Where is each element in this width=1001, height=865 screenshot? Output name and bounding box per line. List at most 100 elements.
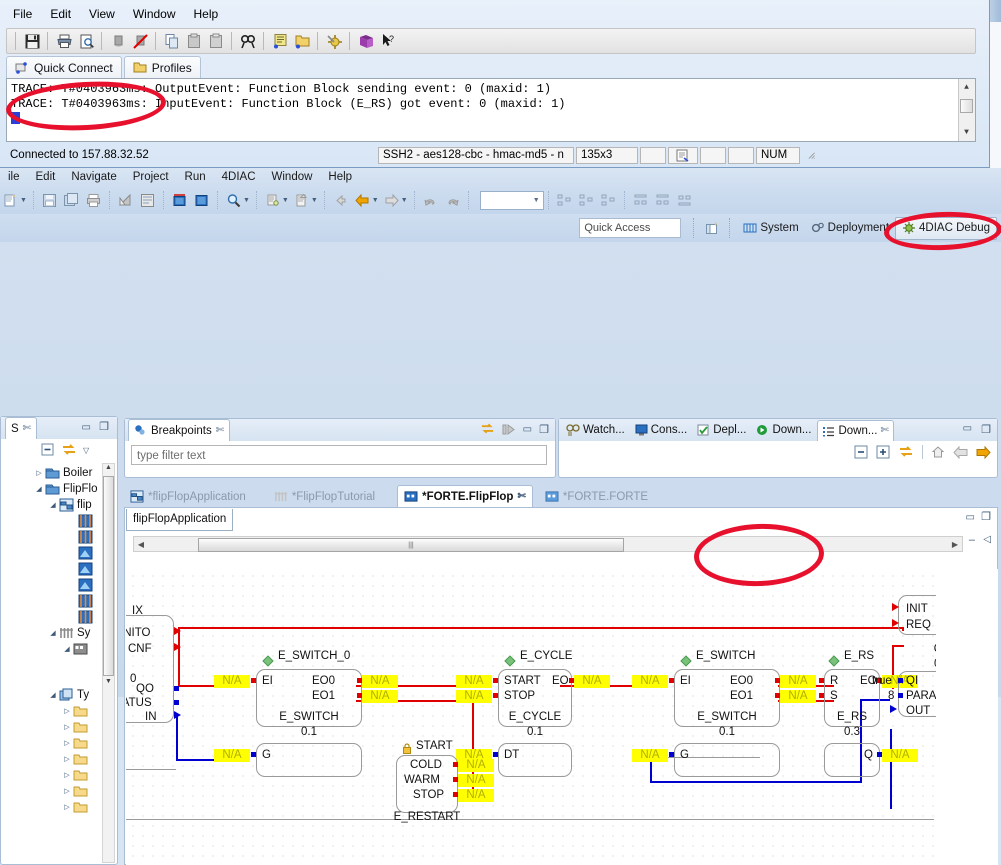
link-icon[interactable] — [898, 445, 914, 459]
redo-icon[interactable] — [443, 190, 463, 210]
chevron-right-icon[interactable]: ▷ — [61, 723, 73, 731]
resume-icon[interactable] — [502, 423, 516, 436]
link-icon[interactable] — [480, 422, 495, 436]
scroll-up-icon[interactable]: ▲ — [960, 80, 973, 93]
tab-quick-connect[interactable]: Quick Connect — [6, 56, 122, 78]
print-preview-icon[interactable] — [75, 30, 97, 52]
console-vscrollbar[interactable]: ▲ ▼ — [958, 79, 975, 141]
terminal-menu-window[interactable]: Window — [124, 5, 185, 23]
chevron-down-icon[interactable]: ◢ — [61, 645, 73, 653]
scroll-left-icon[interactable]: ◀ — [134, 540, 148, 549]
minimize-icon[interactable]: ▭ — [523, 424, 532, 435]
print-icon[interactable] — [53, 30, 75, 52]
tree-item-folder-6[interactable]: ▷ — [3, 783, 103, 799]
next-dropdown-icon[interactable]: ▼ — [401, 197, 408, 204]
tree-item-folder-4[interactable]: ▷ — [3, 751, 103, 767]
tree-item-fb7[interactable] — [3, 609, 103, 625]
maximize-icon[interactable]: ❐ — [539, 423, 549, 436]
new-wizard-dropdown-icon[interactable]: ▼ — [20, 197, 27, 204]
paste-icon[interactable] — [183, 30, 205, 52]
chevron-right-icon[interactable]: ▷ — [61, 787, 73, 795]
session-options-icon[interactable] — [291, 30, 313, 52]
align-center-icon[interactable] — [577, 190, 597, 210]
scroll-thumb[interactable] — [103, 476, 114, 676]
prev-dropdown-icon[interactable]: ▼ — [372, 197, 379, 204]
tree-item-folder-1[interactable]: ▷ — [3, 703, 103, 719]
manual-icon[interactable] — [355, 30, 377, 52]
perspective-deployment[interactable]: Deployment — [805, 218, 895, 239]
align-top-icon[interactable] — [631, 190, 651, 210]
debug-icon[interactable] — [263, 190, 283, 210]
tree-item-fb2[interactable] — [3, 529, 103, 545]
application-subtab[interactable]: flipFlopApplication — [126, 509, 234, 531]
chevron-right-icon[interactable]: ▷ — [61, 707, 73, 715]
eclipse-menu-window[interactable]: Window — [264, 169, 321, 185]
chevron-right-icon[interactable]: ▷ — [61, 739, 73, 747]
back-icon[interactable] — [331, 190, 351, 210]
eclipse-menu-4diac[interactable]: 4DIAC — [214, 169, 264, 185]
chevron-right-icon[interactable]: ▷ — [61, 755, 73, 763]
terminal-menu-help[interactable]: Help — [185, 5, 228, 23]
editor-tab-flipfloptutorial[interactable]: *FlipFlopTutorial — [268, 486, 381, 507]
close-icon[interactable]: ✄ — [880, 425, 888, 436]
align-middle-icon[interactable] — [653, 190, 673, 210]
close-icon[interactable]: ✄ — [517, 491, 525, 502]
eclipse-menu-run[interactable]: Run — [177, 169, 214, 185]
scroll-right-icon[interactable]: ▶ — [948, 540, 962, 549]
import-icon[interactable] — [138, 190, 158, 210]
maximize-icon[interactable]: ❐ — [981, 423, 991, 436]
resize-grip[interactable] — [802, 147, 820, 164]
print-icon[interactable] — [84, 190, 104, 210]
terminal-menu-view[interactable]: View — [80, 5, 124, 23]
tree-vscrollbar[interactable]: ▲ ▼ — [102, 463, 115, 863]
tab-breakpoints[interactable]: Breakpoints ✄ — [128, 419, 231, 441]
filter-input[interactable]: type filter text — [131, 445, 547, 465]
scroll-thumb[interactable] — [960, 99, 973, 113]
tree-item-flipapp[interactable]: ◢ flip — [3, 497, 103, 513]
disconnect-icon[interactable] — [107, 30, 129, 52]
back-icon[interactable] — [953, 445, 968, 459]
tab-watch[interactable]: Watch... — [562, 420, 629, 440]
quick-access-input[interactable]: Quick Access — [579, 218, 682, 238]
tab-download-list[interactable]: Down... ✄ — [817, 419, 894, 441]
tree-item-folder-3[interactable]: ▷ — [3, 735, 103, 751]
properties-icon[interactable] — [269, 30, 291, 52]
forward-icon[interactable] — [976, 445, 991, 459]
editor-tab-flipflopapplication[interactable]: *flipFlopApplication — [124, 486, 252, 507]
minimize-icon[interactable]: ▭ — [82, 422, 91, 433]
tree-item-fb3[interactable] — [3, 545, 103, 561]
chevron-right-icon[interactable]: ▷ — [61, 803, 73, 811]
tree-item-flipflop[interactable]: ◢ FlipFlo — [3, 481, 103, 497]
terminal-console[interactable]: TRACE: T#0403963ms: OutputEvent: Functio… — [6, 78, 976, 142]
debug-dropdown-icon[interactable]: ▼ — [282, 197, 289, 204]
status-capture-icon[interactable] — [668, 146, 698, 164]
tree-item-fb4[interactable] — [3, 561, 103, 577]
new-wizard-icon[interactable] — [1, 190, 21, 210]
tab-download-run[interactable]: Down... — [752, 420, 815, 440]
prev-icon[interactable] — [353, 190, 373, 210]
tree-item-types[interactable]: ◢ Ty — [3, 687, 103, 703]
chevron-right-icon[interactable]: ▷ — [61, 771, 73, 779]
tree-item-device[interactable]: ◢ — [3, 641, 103, 657]
export-icon[interactable] — [116, 190, 136, 210]
search-dropdown-icon[interactable]: ▼ — [243, 197, 250, 204]
perspective-combo[interactable]: ▼ — [479, 190, 544, 210]
hscroll-thumb[interactable]: ||| — [198, 538, 624, 552]
new-fb-type-icon[interactable] — [170, 190, 190, 210]
align-right-icon[interactable] — [599, 190, 619, 210]
eclipse-menu-edit[interactable]: Edit — [28, 169, 64, 185]
tree-item-fb1[interactable] — [3, 513, 103, 529]
run-dropdown-icon[interactable]: ▼ — [311, 197, 318, 204]
tree-item-folder-7[interactable]: ▷ — [3, 799, 103, 815]
collapse-icon[interactable] — [854, 445, 868, 459]
chevron-down-icon[interactable]: ◢ — [47, 501, 59, 509]
maximize-icon[interactable]: ❐ — [99, 420, 109, 433]
scroll-down-icon[interactable]: ▼ — [103, 678, 114, 690]
tree-item-folder-2[interactable]: ▷ — [3, 719, 103, 735]
fb-network-canvas[interactable]: IX 0 INITO CNF QO STATUS IN E_SWITCH — [126, 569, 936, 865]
tree-item-folder-5[interactable]: ▷ — [3, 767, 103, 783]
terminal-menu-file[interactable]: File — [4, 5, 41, 23]
scroll-down-icon[interactable]: ▼ — [960, 125, 973, 138]
tree-item-fb6[interactable] — [3, 593, 103, 609]
editor-tab-forte-forte[interactable]: *FORTE.FORTE — [539, 486, 654, 507]
